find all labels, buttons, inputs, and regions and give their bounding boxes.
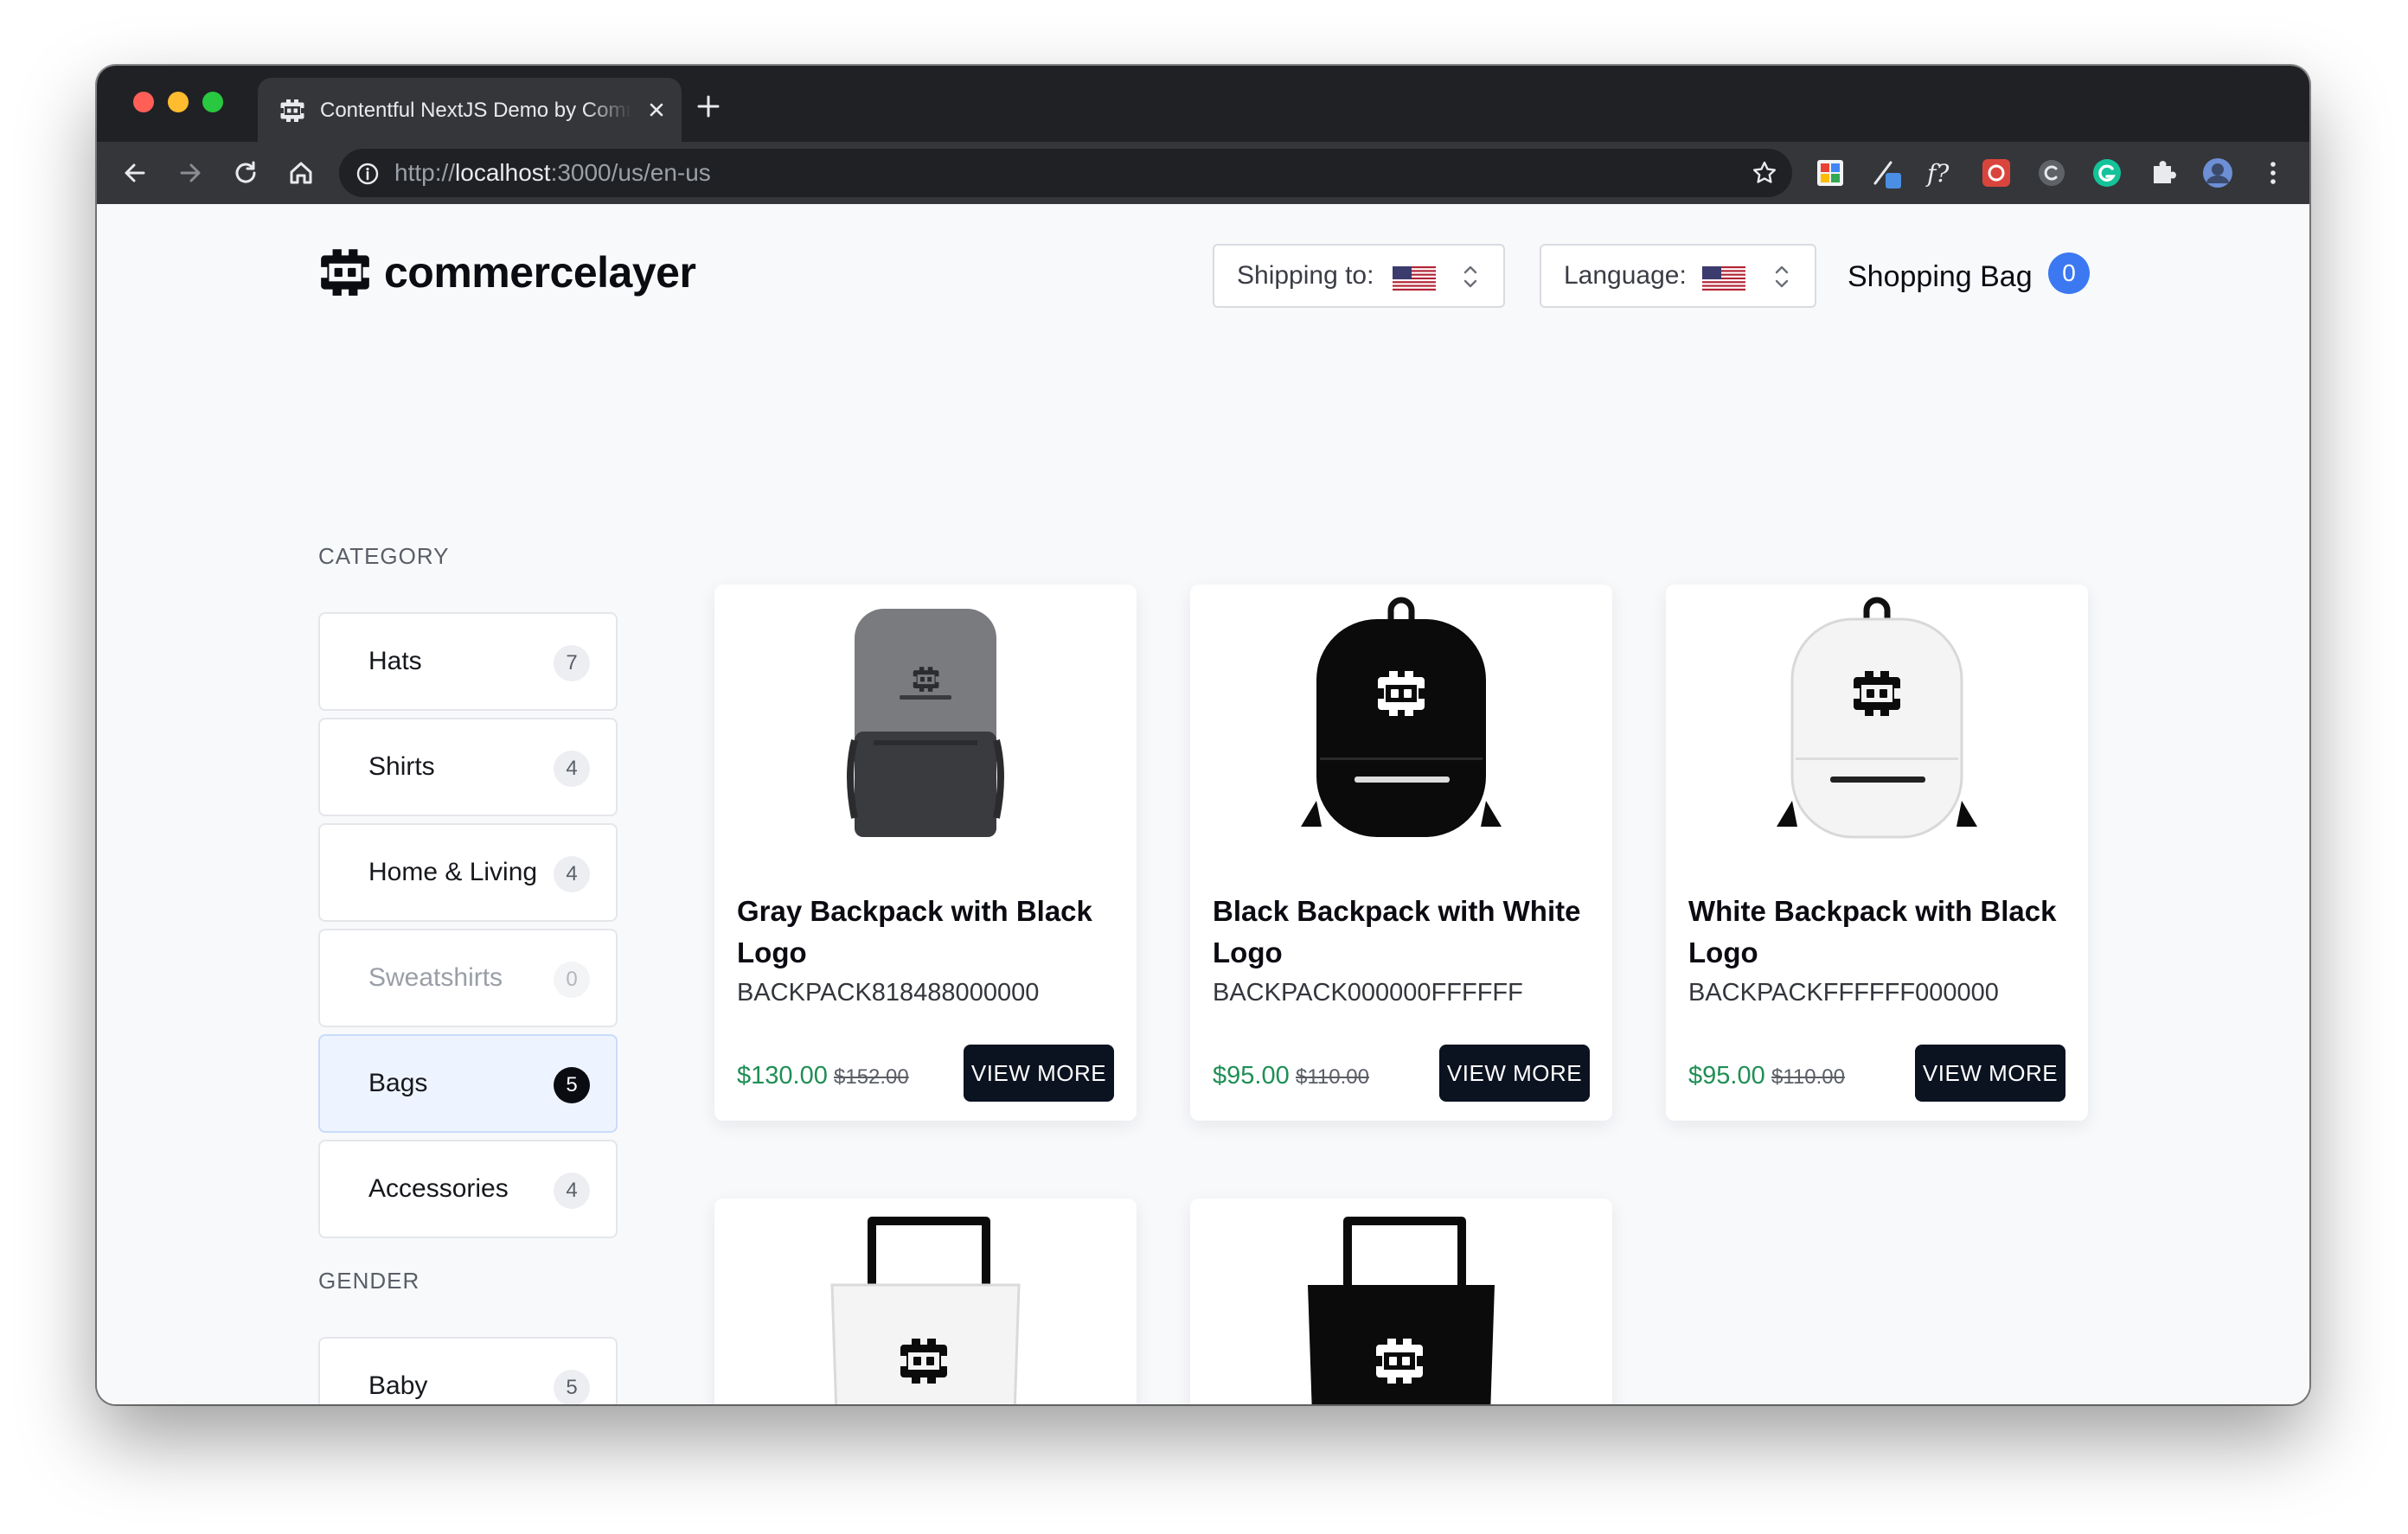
product-sku: BACKPACKFFFFFF000000 [1688, 979, 1999, 1007]
grammarly-extension-icon[interactable] [2090, 156, 2124, 190]
close-window-button[interactable] [133, 92, 154, 112]
category-count-badge: 7 [554, 645, 590, 681]
black-tote-bag-image [1308, 1217, 1495, 1404]
browser-tab[interactable]: Contentful NextJS Demo by Commerce Layer [258, 78, 682, 142]
browser-toolbar: http://localhost:3000/us/en-us f? [97, 142, 2309, 204]
tab-title: Contentful NextJS Demo by Commerce Layer [320, 99, 631, 122]
browser-window: Contentful NextJS Demo by Commerce Layer… [97, 66, 2309, 1404]
select-chevrons-icon [1463, 265, 1477, 288]
profile-avatar-icon[interactable] [2200, 156, 2235, 190]
white-backpack-image [1777, 597, 1977, 839]
category-item-bags[interactable]: Bags 5 [318, 1034, 618, 1133]
shipping-label: Shipping to: [1237, 261, 1374, 290]
category-label: Sweatshirts [368, 963, 503, 992]
product-compare-price: $152.00 [834, 1065, 909, 1089]
maximize-window-button[interactable] [202, 92, 223, 112]
black-backpack-image [1301, 597, 1502, 837]
category-label: Hats [368, 647, 422, 675]
language-select[interactable]: Language: [1540, 244, 1816, 308]
commercelayer-favicon-icon [279, 97, 306, 125]
font-finder-extension-icon[interactable]: f? [1924, 156, 1958, 190]
product-sku: BACKPACK818488000000 [737, 979, 1040, 1007]
forward-arrow-icon[interactable] [173, 156, 208, 190]
category-item-sweatshirts: Sweatshirts 0 [318, 929, 618, 1027]
gender-count-badge: 5 [554, 1370, 590, 1404]
url-text: http://localhost:3000/us/en-us [394, 159, 711, 186]
category-count-badge: 4 [554, 751, 590, 787]
gray-c-extension-icon[interactable] [2034, 156, 2069, 190]
new-tab-icon[interactable] [694, 92, 723, 121]
product-name[interactable]: White Backpack with Black Logo [1688, 891, 2069, 974]
product-card[interactable] [714, 1198, 1137, 1404]
us-flag-icon [1702, 266, 1745, 291]
svg-text:f?: f? [1925, 159, 1950, 188]
category-item-hats[interactable]: Hats 7 [318, 612, 618, 711]
gender-item-baby[interactable]: Baby 5 [318, 1337, 618, 1404]
category-item-home-living[interactable]: Home & Living 4 [318, 823, 618, 922]
product-card[interactable]: Black Backpack with White Logo BACKPACK0… [1190, 585, 1612, 1121]
color-palette-extension-icon[interactable] [1813, 156, 1848, 190]
view-more-button[interactable]: VIEW MORE [1915, 1045, 2065, 1102]
browser-menu-icon[interactable] [2256, 156, 2290, 190]
commercelayer-logo[interactable]: commercelayer [317, 242, 696, 303]
home-icon[interactable] [284, 156, 318, 190]
eyedropper-extension-icon[interactable] [1868, 156, 1903, 190]
product-name[interactable]: Gray Backpack with Black Logo [737, 891, 1118, 974]
page-content: commercelayer Shipping to: Language: Sho… [97, 204, 2309, 1404]
category-item-shirts[interactable]: Shirts 4 [318, 718, 618, 816]
white-tote-bag-image [830, 1217, 1021, 1404]
close-tab-icon[interactable] [645, 99, 668, 121]
product-card[interactable]: Gray Backpack with Black Logo BACKPACK81… [714, 585, 1137, 1121]
product-card[interactable] [1190, 1198, 1612, 1404]
product-price: $130.00 [737, 1062, 828, 1090]
product-name[interactable]: Black Backpack with White Logo [1213, 891, 1593, 974]
category-label: Accessories [368, 1174, 509, 1203]
address-bar[interactable]: http://localhost:3000/us/en-us [339, 149, 1792, 197]
category-count-badge: 4 [554, 856, 590, 892]
category-count-badge: 0 [554, 962, 590, 998]
category-section-title: CATEGORY [318, 543, 450, 569]
site-info-icon[interactable] [355, 161, 381, 187]
select-chevrons-icon [1775, 265, 1789, 288]
gender-section-title: GENDER [318, 1268, 420, 1294]
shopping-bag-count-badge[interactable]: 0 [2048, 252, 2090, 294]
shipping-country-select[interactable]: Shipping to: [1213, 244, 1505, 308]
reload-icon[interactable] [228, 156, 263, 190]
logo-text: commercelayer [384, 248, 696, 297]
gray-backpack-image [847, 609, 1004, 837]
product-price: $95.00 [1213, 1062, 1290, 1090]
product-sku: BACKPACK000000FFFFFF [1213, 979, 1523, 1007]
gender-label: Baby [368, 1371, 428, 1400]
view-more-button[interactable]: VIEW MORE [964, 1045, 1114, 1102]
red-extension-icon[interactable] [1979, 156, 2014, 190]
commercelayer-logo-icon [317, 244, 374, 301]
bookmark-star-icon[interactable] [1751, 159, 1778, 187]
back-arrow-icon[interactable] [118, 156, 152, 190]
product-card[interactable]: White Backpack with Black Logo BACKPACKF… [1666, 585, 2088, 1121]
category-label: Home & Living [368, 858, 538, 886]
category-count-badge: 4 [554, 1173, 590, 1209]
tab-strip: Contentful NextJS Demo by Commerce Layer [97, 66, 2309, 142]
extensions-puzzle-icon[interactable] [2145, 156, 2180, 190]
product-compare-price: $110.00 [1296, 1065, 1369, 1089]
us-flag-icon [1393, 266, 1436, 291]
category-item-accessories[interactable]: Accessories 4 [318, 1140, 618, 1238]
category-count-badge: 5 [554, 1067, 590, 1103]
shopping-bag-link[interactable]: Shopping Bag [1848, 252, 2033, 301]
minimize-window-button[interactable] [168, 92, 189, 112]
language-label: Language: [1564, 261, 1687, 290]
view-more-button[interactable]: VIEW MORE [1439, 1045, 1590, 1102]
product-price: $95.00 [1688, 1062, 1765, 1090]
category-label: Shirts [368, 752, 435, 781]
category-label: Bags [368, 1069, 428, 1097]
product-compare-price: $110.00 [1771, 1065, 1845, 1089]
